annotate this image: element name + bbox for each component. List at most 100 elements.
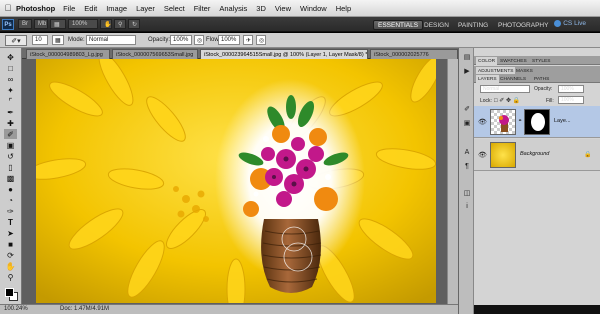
workspace-photography[interactable]: PHOTOGRAPHY xyxy=(494,20,552,30)
tab-color[interactable]: COLOR xyxy=(476,57,498,65)
layer-blend-mode-select[interactable]: Normal xyxy=(480,85,530,93)
menu-select[interactable]: Select xyxy=(164,4,185,13)
tab-channels[interactable]: CHANNELS xyxy=(498,75,528,83)
brush-size-picker[interactable]: 10 xyxy=(32,35,48,45)
apple-icon[interactable]:  xyxy=(0,3,16,13)
eyedropper-tool-icon[interactable]: ✒ xyxy=(4,107,17,117)
airbrush-button[interactable]: ✈ xyxy=(243,35,253,45)
character-panel-icon[interactable]: A xyxy=(462,148,472,157)
lock-icon[interactable]: □ ✐ ✥ 🔒 xyxy=(494,97,520,104)
tab-paths[interactable]: PATHS xyxy=(532,75,551,83)
clone-source-panel-icon[interactable]: ▣ xyxy=(462,118,472,127)
tool-preset-picker[interactable]: ✐ ▾ xyxy=(5,35,27,46)
status-zoom[interactable]: 100.24% xyxy=(4,306,28,312)
lock-label: Lock: xyxy=(480,98,492,104)
history-brush-tool-icon[interactable]: ↺ xyxy=(4,151,17,161)
menu-view[interactable]: View xyxy=(275,4,291,13)
zoom-level-select[interactable]: 100% xyxy=(68,19,98,29)
zoom-tool-button[interactable]: ⚲ xyxy=(114,19,126,29)
eraser-tool-icon[interactable]: ▯ xyxy=(4,162,17,172)
tab-styles[interactable]: STYLES xyxy=(530,57,552,65)
rotate-view-button[interactable]: ↻ xyxy=(128,19,140,29)
history-panel-icon[interactable]: ▤ xyxy=(462,52,472,61)
mac-menu-bar:  Photoshop File Edit Image Layer Select… xyxy=(0,0,600,17)
menu-window[interactable]: Window xyxy=(300,4,327,13)
workspace-painting[interactable]: PAINTING xyxy=(454,20,492,30)
paragraph-panel-icon[interactable]: ¶ xyxy=(462,162,472,171)
view-extras-button[interactable]: ▦ xyxy=(50,19,66,29)
layer-opacity-label: Opacity: xyxy=(534,86,553,92)
layer-name[interactable]: Laye... xyxy=(554,118,571,124)
type-tool-icon[interactable]: T xyxy=(4,217,17,227)
menu-3d[interactable]: 3D xyxy=(256,4,266,13)
menu-analysis[interactable]: Analysis xyxy=(219,4,247,13)
zoom-tool-icon[interactable]: ⚲ xyxy=(4,272,17,282)
pressure-size-button[interactable]: ◎ xyxy=(256,35,266,45)
layer-thumbnail[interactable] xyxy=(490,109,516,135)
blur-tool-icon[interactable]: ● xyxy=(4,184,17,194)
menu-filter[interactable]: Filter xyxy=(194,4,211,13)
brush-panel-icon[interactable]: ✐ xyxy=(462,104,472,113)
crop-tool-icon[interactable]: ⌜ xyxy=(4,96,17,106)
menu-file[interactable]: File xyxy=(63,4,75,13)
layer-row-layer-1[interactable]: 👁 ⚭ Laye... xyxy=(474,106,600,138)
shape-tool-icon[interactable]: ■ xyxy=(4,239,17,249)
background-thumbnail[interactable] xyxy=(490,142,516,168)
app-menu-photoshop[interactable]: Photoshop xyxy=(16,4,55,13)
menu-image[interactable]: Image xyxy=(106,4,127,13)
healing-brush-tool-icon[interactable]: ✚ xyxy=(4,118,17,128)
brush-panel-toggle[interactable]: ▦ xyxy=(52,35,64,45)
eye-icon[interactable]: 👁 xyxy=(478,151,487,159)
mask-link-icon[interactable]: ⚭ xyxy=(518,118,522,124)
flow-input[interactable]: 100% xyxy=(218,35,240,45)
pen-tool-icon[interactable]: ✑ xyxy=(4,206,17,216)
tab-document-2[interactable]: iStock_000007569653Small.jpg xyxy=(112,49,198,59)
navigator-panel-icon[interactable]: ◫ xyxy=(462,188,472,197)
canvas-vertical-scrollbar[interactable] xyxy=(447,59,458,304)
actions-panel-icon[interactable]: ▶ xyxy=(462,66,472,75)
info-panel-icon[interactable]: i xyxy=(462,202,472,211)
mode-value: Normal xyxy=(89,37,109,43)
fill-input[interactable]: 100% xyxy=(558,96,584,104)
workspace-essentials[interactable]: ESSENTIALS xyxy=(373,20,424,30)
3d-rotate-tool-icon[interactable]: ⟳ xyxy=(4,250,17,260)
opacity-value: 100% xyxy=(173,37,189,43)
background-layer-name[interactable]: Background xyxy=(520,151,549,157)
flow-value: 100% xyxy=(221,37,237,43)
hand-tool-icon[interactable]: ✋ xyxy=(4,261,17,271)
menu-help[interactable]: Help xyxy=(336,4,351,13)
path-selection-tool-icon[interactable]: ➤ xyxy=(4,228,17,238)
options-bar: ✐ ▾ 10 ▦ Mode: Normal Opacity: 100% ◎ Flo… xyxy=(0,33,600,48)
cs-live-button[interactable]: CS Live xyxy=(554,20,586,27)
document-image[interactable] xyxy=(36,59,436,303)
layer-opacity-input[interactable]: 100% xyxy=(558,85,584,93)
mini-bridge-button[interactable]: Mb xyxy=(34,19,48,29)
tab-swatches[interactable]: SWATCHES xyxy=(498,57,529,65)
opacity-input[interactable]: 100% xyxy=(170,35,192,45)
quick-select-tool-icon[interactable]: ✦ xyxy=(4,85,17,95)
clone-stamp-tool-icon[interactable]: ▣ xyxy=(4,140,17,150)
menu-edit[interactable]: Edit xyxy=(84,4,97,13)
menu-layer[interactable]: Layer xyxy=(136,4,155,13)
bridge-button[interactable]: Br xyxy=(18,19,32,29)
mode-select[interactable]: Normal xyxy=(86,35,136,45)
workspace-design[interactable]: DESIGN xyxy=(420,20,453,30)
layer-row-background[interactable]: 👁 Background 🔒 xyxy=(474,139,600,171)
marquee-tool-icon[interactable]: □ xyxy=(4,63,17,73)
move-tool-icon[interactable]: ✥ xyxy=(4,52,17,62)
pressure-opacity-button[interactable]: ◎ xyxy=(194,35,204,45)
eye-icon[interactable]: 👁 xyxy=(478,118,487,126)
background-lock-icon: 🔒 xyxy=(584,152,592,158)
hand-tool-button[interactable]: ✋ xyxy=(100,19,112,29)
tab-document-1[interactable]: iStock_000004989803_Lg.jpg xyxy=(26,49,110,59)
lasso-tool-icon[interactable]: ∞ xyxy=(4,74,17,84)
foreground-color-swatch[interactable] xyxy=(5,288,14,297)
dodge-tool-icon[interactable]: ◔ xyxy=(4,195,17,205)
brush-tool-icon[interactable]: ✐ xyxy=(4,129,17,139)
canvas-area[interactable] xyxy=(22,59,458,304)
tab-document-4[interactable]: iStock_000002025776 xyxy=(370,49,458,59)
tab-layers[interactable]: LAYERS xyxy=(476,75,499,83)
gradient-tool-icon[interactable]: ▩ xyxy=(4,173,17,183)
layer-mask-thumbnail[interactable] xyxy=(524,109,550,135)
tab-document-active[interactable]: iStock_000023964515Small.jpg @ 100% (Lay… xyxy=(200,49,368,59)
